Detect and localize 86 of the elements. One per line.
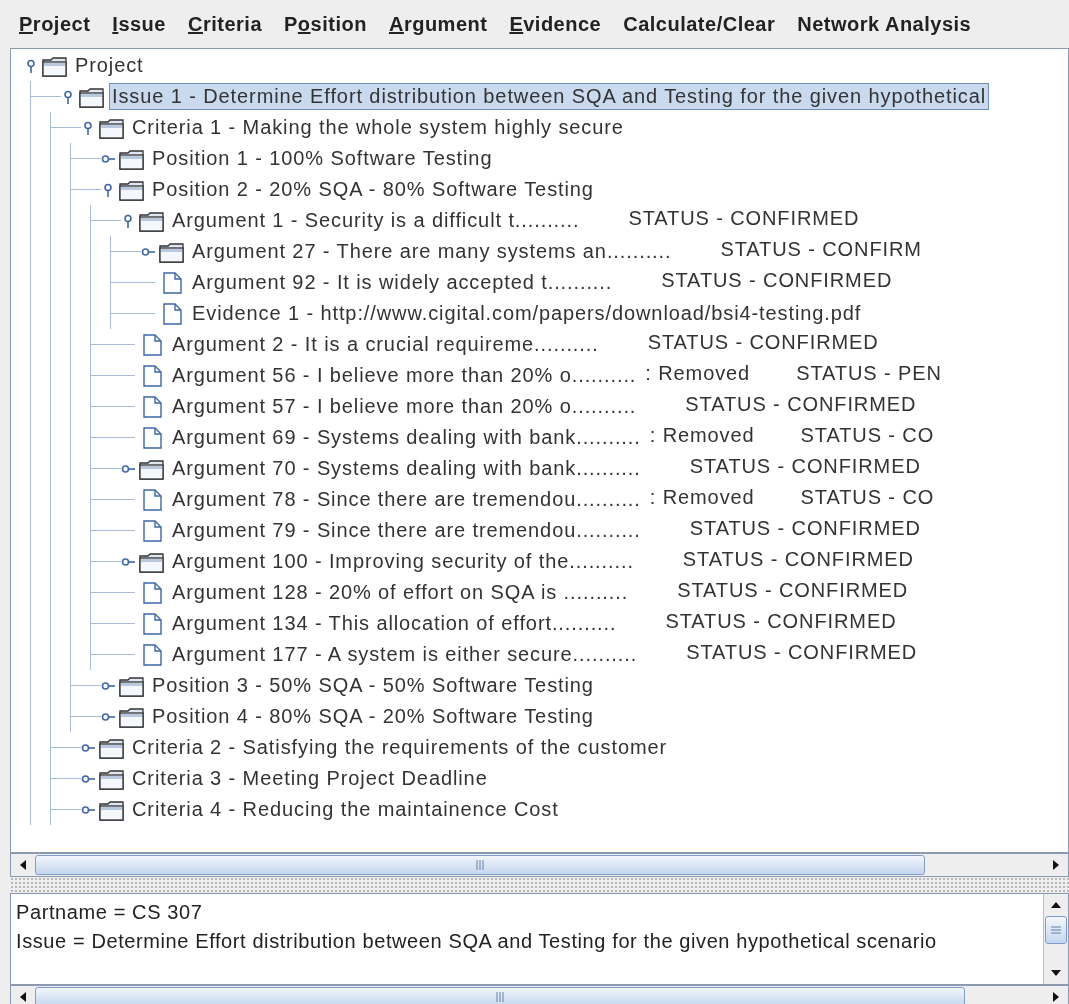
scroll-thumb[interactable]: [35, 855, 925, 875]
folder-icon: [119, 674, 145, 697]
expanded-handle-icon[interactable]: [121, 213, 135, 228]
detail-line: Partname = CS 307: [16, 900, 204, 925]
tree-node-label[interactable]: Argument 78 - Since there are tremendou..........: [169, 486, 644, 513]
detail-line: Issue = Determine Effort distribution between SQA and Testing for the given hypothetical scenario: [16, 929, 938, 954]
status-text: STATUS - CONFIRMED: [686, 641, 918, 665]
folder-icon: [99, 798, 125, 821]
status-text: STATUS - CONFIRM: [720, 238, 922, 262]
removed-note: : Removed: [649, 486, 755, 510]
horizontal-scrollbar[interactable]: [10, 853, 1069, 877]
menu-item[interactable]: Evidence: [498, 12, 613, 36]
tree-node-label[interactable]: Criteria 3 - Meeting Project Deadline: [129, 765, 491, 792]
status-text: STATUS - CONFIRMED: [685, 393, 917, 417]
folder-icon: [139, 209, 165, 232]
status-text: STATUS - PEN: [796, 362, 942, 386]
tree-node-label[interactable]: Argument 134 - This allocation of effort..........: [169, 610, 620, 637]
folder-icon: [139, 457, 165, 480]
status-text: STATUS - CONFIRMED: [689, 517, 921, 541]
expanded-handle-icon[interactable]: [81, 120, 95, 135]
folder-icon: [119, 147, 145, 170]
expanded-handle-icon[interactable]: [24, 58, 38, 73]
folder-icon: [42, 54, 68, 77]
status-text: STATUS - CONFIRMED: [689, 455, 921, 479]
scroll-thumb[interactable]: [35, 987, 966, 1004]
tree-node-label[interactable]: Position 1 - 100% Software Testing: [149, 145, 496, 172]
tree-node-label[interactable]: Argument 57 - I believe more than 20% o..........: [169, 393, 640, 420]
tree-node-label[interactable]: Argument 177 - A system is either secure..........: [169, 641, 641, 668]
status-text: STATUS - CONFIRMED: [665, 610, 897, 634]
grip-icon: [496, 992, 505, 1002]
tree-node-label[interactable]: Position 4 - 80% SQA - 20% Software Testing: [149, 703, 597, 730]
expanded-handle-icon[interactable]: [101, 182, 115, 197]
removed-note: : Removed: [645, 362, 751, 386]
status-text: STATUS - CO: [800, 486, 935, 510]
tree-node-label[interactable]: Criteria 1 - Making the whole system highly secure: [129, 114, 627, 141]
tree-node-label[interactable]: Criteria 4 - Reducing the maintainence Cost: [129, 796, 562, 823]
status-text: STATUS - CO: [800, 424, 935, 448]
vertical-scrollbar[interactable]: [1043, 894, 1068, 984]
menu-item[interactable]: Network Analysis: [786, 12, 983, 36]
folder-icon: [119, 705, 145, 728]
tree-node-label[interactable]: Argument 56 - I believe more than 20% o..........: [169, 362, 640, 389]
tree-node-label[interactable]: Evidence 1 - http://www.cigital.com/papers/download/bsi4-testing.pdf: [189, 300, 865, 327]
left-arrow-icon[interactable]: [18, 991, 28, 1003]
tree-node-label[interactable]: Argument 69 - Systems dealing with bank..........: [169, 424, 644, 451]
status-text: STATUS - CONFIRMED: [661, 269, 893, 293]
tree-node-label[interactable]: Position 2 - 20% SQA - 80% Software Testing: [149, 176, 597, 203]
tree-node-label[interactable]: Argument 70 - Systems dealing with bank..........: [169, 455, 644, 482]
menu-item[interactable]: Calculate/Clear: [612, 12, 787, 36]
left-arrow-icon[interactable]: [18, 859, 28, 871]
menu-item[interactable]: Criteria: [176, 12, 273, 36]
down-arrow-icon[interactable]: [1050, 968, 1062, 978]
tree-node-label[interactable]: Position 3 - 50% SQA - 50% Software Testing: [149, 672, 597, 699]
folder-icon: [79, 85, 105, 108]
folder-icon: [159, 240, 185, 263]
folder-icon: [99, 116, 125, 139]
folder-icon: [119, 178, 145, 201]
tree-node-label[interactable]: Argument 100 - Improving security of the..........: [169, 548, 637, 575]
right-arrow-icon[interactable]: [1051, 859, 1061, 871]
grip-icon: [475, 860, 484, 870]
folder-icon: [99, 767, 125, 790]
tree-node-label[interactable]: Argument 27 - There are many systems an..........: [189, 238, 675, 265]
menu-item[interactable]: Argument: [377, 12, 499, 36]
status-text: STATUS - CONFIRMED: [628, 207, 860, 231]
horizontal-scrollbar[interactable]: [10, 985, 1069, 1004]
up-arrow-icon[interactable]: [1050, 900, 1062, 910]
tree-node-label[interactable]: Argument 2 - It is a crucial requireme..........: [169, 331, 602, 358]
menu-item[interactable]: Position: [273, 12, 378, 36]
menu-item[interactable]: Project: [8, 12, 102, 36]
tree-node-label[interactable]: Criteria 2 - Satisfying the requirements of the customer: [129, 734, 671, 761]
menu-item[interactable]: Issue: [101, 12, 177, 36]
tree-node-label[interactable]: Issue 1 - Determine Effort distribution between SQA and Testing for the given hypothetical: [109, 83, 990, 110]
folder-icon: [99, 736, 125, 759]
scroll-thumb[interactable]: [1045, 916, 1067, 944]
tree-node-label[interactable]: Argument 92 - It is widely accepted t..........: [189, 269, 616, 296]
removed-note: : Removed: [649, 424, 755, 448]
right-arrow-icon[interactable]: [1051, 991, 1061, 1003]
tree-node-label[interactable]: Argument 128 - 20% of effort on SQA is ..........: [169, 579, 632, 606]
status-text: STATUS - CONFIRMED: [682, 548, 914, 572]
status-text: STATUS - CONFIRMED: [647, 331, 879, 355]
tree-node-label[interactable]: Argument 1 - Security is a difficult t..........: [169, 207, 583, 234]
status-text: STATUS - CONFIRMED: [677, 579, 909, 603]
folder-icon: [139, 550, 165, 573]
tree-node-label[interactable]: Project: [72, 52, 147, 79]
tree-node-label[interactable]: Argument 79 - Since there are tremendou..........: [169, 517, 644, 544]
expanded-handle-icon[interactable]: [61, 89, 75, 104]
grip-icon: [1051, 926, 1061, 934]
